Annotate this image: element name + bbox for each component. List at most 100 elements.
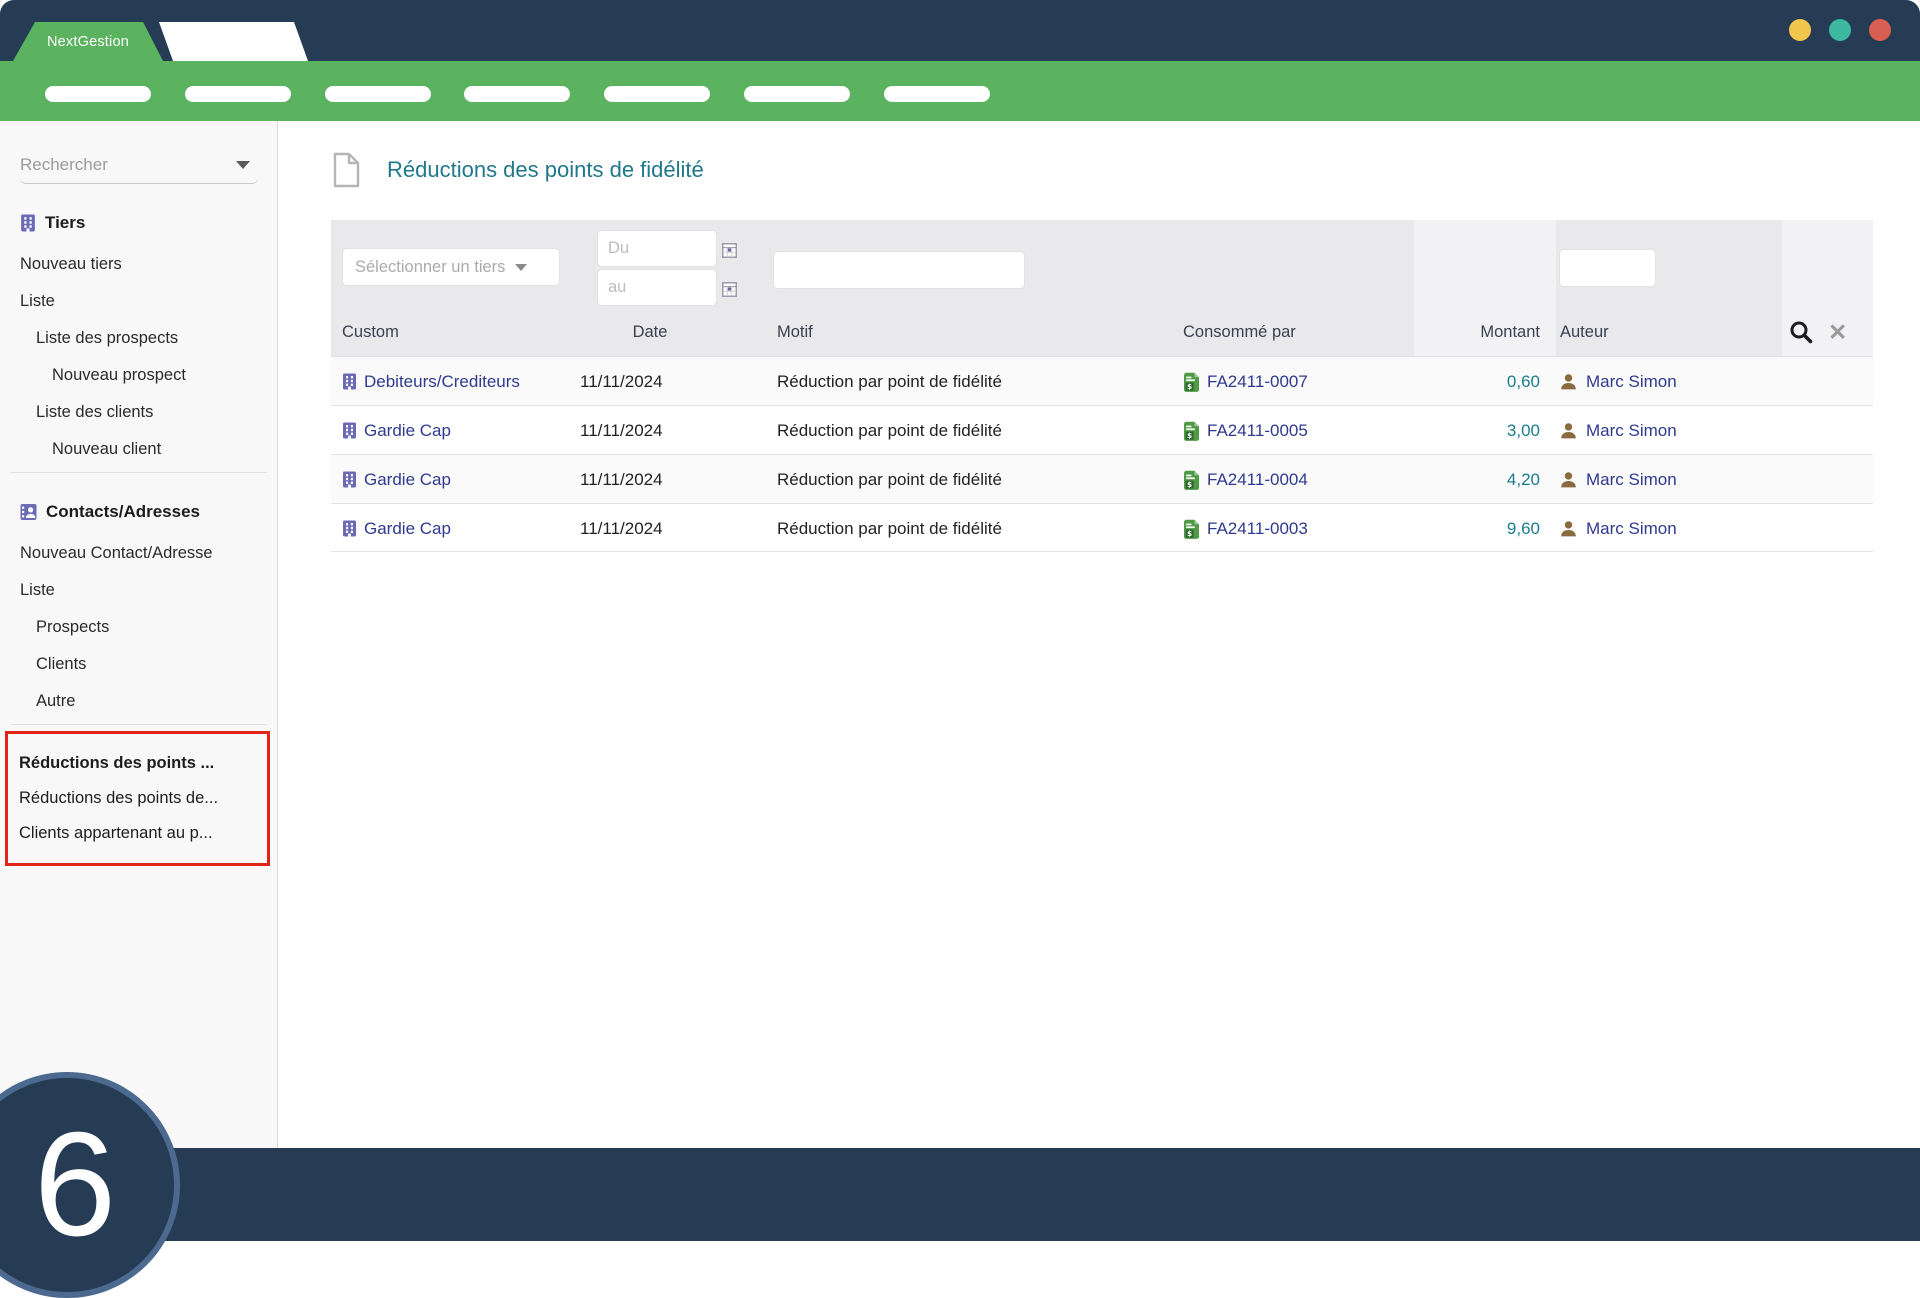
invoice-cell[interactable]: $ FA2411-0005 (1183, 406, 1308, 455)
search-placeholder: Rechercher (20, 155, 108, 175)
window-button-red[interactable] (1869, 19, 1891, 41)
tiers-select[interactable]: Sélectionner un tiers (342, 248, 560, 286)
page-title: Réductions des points de fidélité (387, 157, 704, 183)
highlighted-menu-group: Réductions des points ... Réductions des… (5, 731, 270, 866)
nav-placeholder-pill[interactable] (604, 86, 710, 102)
sidebar-items-contacts: Nouveau Contact/Adresse Liste Prospects … (0, 535, 277, 720)
svg-text:$: $ (1187, 431, 1192, 440)
app-tab-label: NextGestion (47, 34, 129, 50)
nav-placeholder-pill[interactable] (45, 86, 151, 102)
customer-link[interactable]: Gardie Cap (364, 421, 451, 441)
column-header-auteur[interactable]: Auteur (1560, 308, 1609, 356)
motif-filter-input[interactable] (773, 251, 1025, 289)
sidebar-section-contacts: Contacts/Adresses (20, 499, 277, 525)
sidebar-item[interactable]: Autre (0, 683, 277, 720)
sidebar-item-label: Clients (36, 655, 86, 674)
invoice-cell[interactable]: $ FA2411-0007 (1183, 357, 1308, 406)
title-bar: NextGestion (0, 0, 1920, 61)
sidebar-item-reductions-points-de[interactable]: Réductions des points de... (8, 781, 267, 816)
person-icon (1560, 373, 1577, 390)
nav-placeholder-pill[interactable] (744, 86, 850, 102)
motif-cell: Réduction par point de fidélité (777, 357, 1002, 406)
clear-filters-icon[interactable]: ✕ (1828, 321, 1847, 344)
person-icon (1560, 471, 1577, 488)
motif-value: Réduction par point de fidélité (777, 519, 1002, 539)
sidebar-item[interactable]: Nouveau prospect (0, 357, 277, 394)
sidebar-divider (10, 724, 267, 725)
customer-cell[interactable]: Debiteurs/Crediteurs (342, 357, 520, 406)
search-input[interactable]: Rechercher (20, 148, 258, 184)
table-row[interactable]: Gardie Cap 11/11/2024 Réduction par poin… (331, 503, 1873, 552)
date-cell: 11/11/2024 (580, 406, 663, 455)
motif-value: Réduction par point de fidélité (777, 421, 1002, 441)
invoice-link[interactable]: FA2411-0005 (1207, 421, 1308, 441)
date-value: 11/11/2024 (580, 519, 663, 539)
sidebar-item[interactable]: Prospects (0, 609, 277, 646)
nav-placeholder-pill[interactable] (185, 86, 291, 102)
invoice-icon: $ (1183, 372, 1200, 392)
date-from-input[interactable] (597, 230, 717, 267)
invoice-link[interactable]: FA2411-0003 (1207, 519, 1308, 539)
app-tab[interactable]: NextGestion (13, 22, 163, 61)
sidebar-item[interactable]: Clients (0, 646, 277, 683)
customer-link[interactable]: Gardie Cap (364, 519, 451, 539)
step-number: 6 (34, 1111, 116, 1259)
table-row[interactable]: Debiteurs/Crediteurs 11/11/2024 Réductio… (331, 356, 1873, 405)
sidebar-item[interactable]: Liste (0, 572, 277, 609)
sidebar-item[interactable]: Liste des clients (0, 394, 277, 431)
author-cell: Marc Simon (1560, 406, 1677, 455)
calendar-icon[interactable] (722, 282, 737, 297)
nav-placeholder-pill[interactable] (464, 86, 570, 102)
sidebar-item-label: Prospects (36, 618, 109, 637)
date-cell: 11/11/2024 (580, 504, 663, 553)
invoice-link[interactable]: FA2411-0004 (1207, 470, 1308, 490)
author-name: Marc Simon (1586, 519, 1677, 539)
customer-link[interactable]: Gardie Cap (364, 470, 451, 490)
nav-placeholder-pill[interactable] (325, 86, 431, 102)
customer-cell[interactable]: Gardie Cap (342, 455, 451, 504)
sidebar-items-tiers: Nouveau tiers Liste Liste des prospects … (0, 246, 277, 468)
search-icon[interactable] (1789, 320, 1814, 345)
sidebar-section-tiers: Tiers (20, 210, 277, 236)
column-header-consomme-par[interactable]: Consommé par (1183, 308, 1296, 356)
sidebar-item[interactable]: Nouveau tiers (0, 246, 277, 283)
svg-text:$: $ (1187, 529, 1192, 538)
amount-value: 3,00 (1507, 421, 1540, 441)
svg-text:$: $ (1187, 480, 1192, 489)
customer-cell[interactable]: Gardie Cap (342, 406, 451, 455)
invoice-link[interactable]: FA2411-0007 (1207, 372, 1308, 392)
secondary-tab[interactable] (159, 22, 308, 61)
sidebar-item-clients-appartenant[interactable]: Clients appartenant au p... (8, 816, 267, 851)
sidebar-item[interactable]: Nouveau client (0, 431, 277, 468)
invoice-icon: $ (1183, 421, 1200, 441)
customer-cell[interactable]: Gardie Cap (342, 504, 451, 553)
auteur-filter-input[interactable] (1559, 249, 1656, 287)
window-button-teal[interactable] (1829, 19, 1851, 41)
nav-placeholder-pill[interactable] (884, 86, 990, 102)
table-body: Debiteurs/Crediteurs 11/11/2024 Réductio… (331, 356, 1873, 552)
date-to-input[interactable] (597, 269, 717, 306)
customer-link[interactable]: Debiteurs/Crediteurs (364, 372, 520, 392)
motif-value: Réduction par point de fidélité (777, 470, 1002, 490)
sidebar-item-label: Nouveau prospect (52, 366, 186, 385)
chevron-down-icon (515, 264, 527, 271)
column-header-montant[interactable]: Montant (1420, 308, 1540, 356)
sidebar-item-label: Autre (36, 692, 75, 711)
column-header-date[interactable]: Date (580, 308, 720, 356)
sidebar-item[interactable]: Nouveau Contact/Adresse (0, 535, 277, 572)
sidebar-item[interactable]: Liste (0, 283, 277, 320)
sidebar-item-label: Nouveau tiers (20, 255, 122, 274)
window-button-yellow[interactable] (1789, 19, 1811, 41)
calendar-icon[interactable] (722, 243, 737, 258)
invoice-cell[interactable]: $ FA2411-0003 (1183, 504, 1308, 553)
sidebar-item-label: Liste des clients (36, 403, 153, 422)
column-header-motif[interactable]: Motif (777, 308, 813, 356)
invoice-cell[interactable]: $ FA2411-0004 (1183, 455, 1308, 504)
motif-cell: Réduction par point de fidélité (777, 406, 1002, 455)
sidebar-item-reductions-points[interactable]: Réductions des points ... (8, 746, 267, 781)
column-header-custom[interactable]: Custom (342, 308, 399, 356)
table-row[interactable]: Gardie Cap 11/11/2024 Réduction par poin… (331, 454, 1873, 503)
table-row[interactable]: Gardie Cap 11/11/2024 Réduction par poin… (331, 405, 1873, 454)
sidebar-item[interactable]: Liste des prospects (0, 320, 277, 357)
results-table: Sélectionner un tiers Custom Date Motif (331, 220, 1873, 552)
